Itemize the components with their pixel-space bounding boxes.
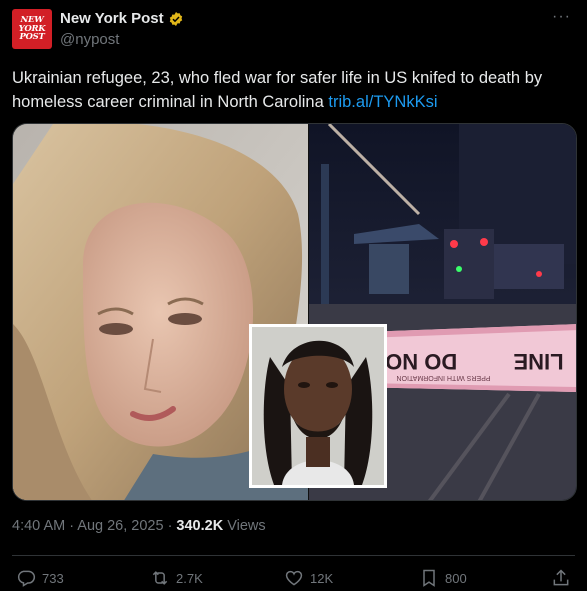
bookmark-count: 800 <box>445 570 467 586</box>
repost-count: 2.7K <box>176 570 203 586</box>
tweet-text: Ukrainian refugee, 23, who fled war for … <box>12 66 572 114</box>
share-button[interactable] <box>551 566 571 590</box>
repost-icon <box>152 571 168 585</box>
repost-button[interactable]: 2.7K <box>150 566 203 590</box>
tweet-body: Ukrainian refugee, 23, who fled war for … <box>12 69 543 111</box>
author-name-row: New York Post <box>60 10 184 27</box>
tweet-link[interactable]: trib.al/TYNkKsi <box>328 93 437 111</box>
like-button[interactable]: 12K <box>284 566 333 590</box>
views-label: Views <box>227 518 266 534</box>
more-options-icon[interactable]: ··· <box>552 8 571 26</box>
like-count: 12K <box>310 570 334 586</box>
handle[interactable]: @nypost <box>60 31 119 48</box>
tweet-meta: 4:40 AM · Aug 26, 2025 · 340.2K Views <box>12 518 266 534</box>
avatar[interactable]: NEW YORK POST <box>12 9 52 49</box>
heart-icon <box>285 570 303 586</box>
divider <box>12 555 575 556</box>
media-grid[interactable]: PPERS WITH INFORMATION DO NOT C LINE <box>12 123 577 501</box>
bookmark-icon <box>423 569 435 587</box>
timestamp[interactable]: 4:40 AM · Aug 26, 2025 · <box>12 518 172 534</box>
mugshot-photo[interactable] <box>249 324 387 488</box>
verified-badge-icon <box>168 11 184 27</box>
action-bar: 733 2.7K 12K 800 <box>16 566 576 590</box>
police-tape-tail: LINE <box>513 349 563 374</box>
police-tape-small: PPERS WITH INFORMATION <box>397 374 491 381</box>
tweet: NEW YORK POST New York Post @nypost ··· … <box>0 0 587 591</box>
reply-button[interactable]: 733 <box>16 566 64 590</box>
share-icon <box>553 569 569 586</box>
reply-count: 733 <box>42 570 64 586</box>
reply-icon <box>17 570 36 587</box>
avatar-text-3: POST <box>19 32 45 43</box>
bookmark-button[interactable]: 800 <box>419 566 467 590</box>
display-name[interactable]: New York Post <box>60 10 164 27</box>
views-count: 340.2K <box>176 518 224 534</box>
